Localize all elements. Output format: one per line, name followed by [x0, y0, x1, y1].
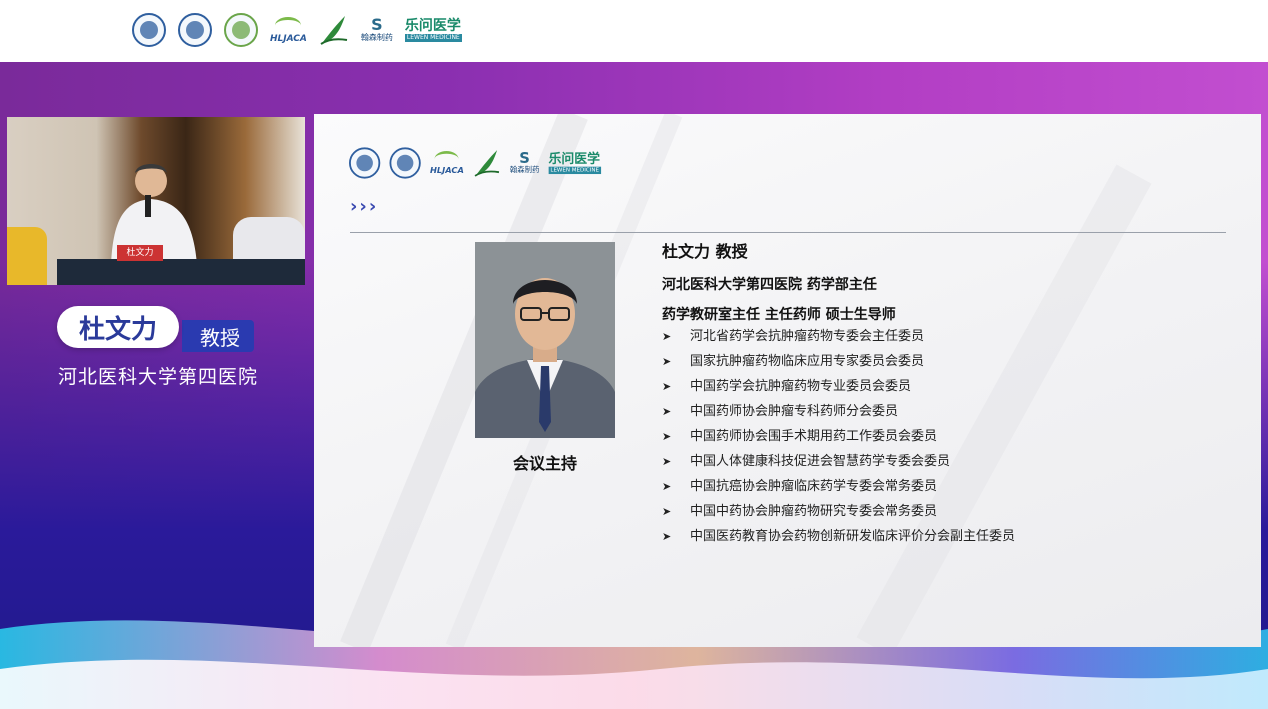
slide-lewen-logo-text: 乐问医学 — [548, 151, 601, 167]
slide-association-logo-2 — [389, 147, 421, 179]
list-item: ➤ 中国医药教育协会药物创新研发临床评价分会副主任委员 — [662, 524, 1242, 549]
slide-hansoh-logo: S 翰森制药 — [510, 151, 539, 174]
slide-leaf-logo — [474, 150, 499, 177]
photo-caption: 会议主持 — [512, 454, 577, 473]
speaker-nameplate: 杜文力 — [117, 245, 163, 261]
hansoh-logo-text: 翰森制药 — [360, 33, 393, 43]
chevrons-icon: › › › — [350, 196, 377, 217]
hansoh-icon: S — [371, 15, 383, 35]
bullet-arrow-icon: ➤ — [662, 480, 672, 493]
hansoh-logo: S 翰森制药 — [360, 15, 393, 43]
lewen-logo-en: LEWEN MEDICINE — [404, 33, 462, 42]
leaf-logo — [320, 16, 348, 45]
speaker-name: 杜文力 — [57, 306, 180, 348]
membership-text: 中国中药协会肿瘤药物研究专委会常务委员 — [690, 504, 938, 519]
membership-text: 国家抗肿瘤药物临床应用专家委员会委员 — [690, 354, 925, 369]
association-logo-2 — [178, 13, 212, 47]
logo-row: HLJACA S 翰森制药 乐问医学 LEWEN MEDICINE — [132, 10, 462, 50]
bullet-arrow-icon: ➤ — [662, 430, 672, 443]
speaker-title: 教授 — [182, 320, 254, 352]
speaker-video-feed: 杜文力 — [7, 117, 305, 285]
list-item: ➤ 中国药师协会围手术期用药工作委员会委员 — [662, 424, 1242, 449]
speaker-affiliation: 河北医科大学第四医院 — [58, 366, 259, 388]
membership-text: 中国抗癌协会肿瘤临床药学专委会常务委员 — [690, 479, 938, 494]
slide-hansoh-icon: S — [519, 149, 530, 168]
bullet-arrow-icon: ➤ — [662, 330, 672, 343]
membership-text: 中国药师协会肿瘤专科药师分会委员 — [690, 404, 899, 419]
slide-hansoh-logo-text: 翰森制药 — [509, 165, 540, 175]
bullet-arrow-icon: ➤ — [662, 355, 672, 368]
hljaca-logo: HLJACA — [270, 16, 307, 44]
membership-text: 中国人体健康科技促进会智慧药学专委会委员 — [690, 454, 951, 469]
header-divider — [350, 232, 1226, 233]
slide-hljaca-logo-text: HLJACA — [429, 166, 464, 176]
presentation-slide: HLJACA S 翰森制药 乐问医学 LEWEN MEDICINE ››› — [314, 114, 1261, 647]
list-item: ➤ 河北省药学会抗肿瘤药物专委会主任委员 — [662, 324, 1242, 349]
list-item: ➤ 国家抗肿瘤药物临床应用专家委员会委员 — [662, 349, 1242, 374]
audience-member — [7, 227, 47, 285]
bullet-arrow-icon: ➤ — [662, 455, 672, 468]
bullet-arrow-icon: ➤ — [662, 530, 672, 543]
sponsor-logo-bar: HLJACA S 翰森制药 乐问医学 LEWEN MEDICINE — [0, 0, 1268, 62]
list-item: ➤ 中国药学会抗肿瘤药物专业委员会委员 — [662, 374, 1242, 399]
membership-text: 中国药学会抗肿瘤药物专业委员会委员 — [690, 379, 912, 394]
slide-lewen-logo: 乐问医学 LEWEN MEDICINE — [548, 151, 601, 174]
host-name-line: 杜文力 教授 — [662, 242, 748, 261]
bullet-arrow-icon: ➤ — [662, 380, 672, 393]
list-item: ➤ 中国药师协会肿瘤专科药师分会委员 — [662, 399, 1242, 424]
host-info: 杜文力 教授 河北医科大学第四医院 药学部主任 药学教研室主任 主任药师 硕士生… — [662, 240, 1242, 330]
association-logo-3 — [224, 13, 258, 47]
lewen-logo-text: 乐问医学 — [404, 17, 461, 34]
slide-lewen-logo-en: LEWEN MEDICINE — [548, 166, 601, 174]
bullet-arrow-icon: ➤ — [662, 505, 672, 518]
host-portrait — [475, 242, 615, 438]
host-position-line: 河北医科大学第四医院 药学部主任 — [662, 277, 877, 293]
membership-text: 中国药师协会围手术期用药工作委员会委员 — [690, 429, 938, 444]
association-logo-1 — [132, 13, 166, 47]
membership-text: 河北省药学会抗肿瘤药物专委会主任委员 — [690, 329, 925, 344]
list-item: ➤ 中国抗癌协会肿瘤临床药学专委会常务委员 — [662, 474, 1242, 499]
list-item: ➤ 中国人体健康科技促进会智慧药学专委会委员 — [662, 449, 1242, 474]
bullet-arrow-icon: ➤ — [662, 405, 672, 418]
slide-logo-row: HLJACA S 翰森制药 乐问医学 LEWEN MEDICINE — [349, 147, 601, 179]
list-item: ➤ 中国中药协会肿瘤药物研究专委会常务委员 — [662, 499, 1242, 524]
membership-list: ➤ 河北省药学会抗肿瘤药物专委会主任委员 ➤ 国家抗肿瘤药物临床应用专家委员会委员 … — [662, 324, 1242, 549]
slide-hljaca-logo: HLJACA — [429, 150, 464, 176]
lewen-logo: 乐问医学 LEWEN MEDICINE — [404, 17, 462, 42]
slide-association-logo-1 — [349, 147, 381, 179]
hljaca-logo-text: HLJACA — [270, 33, 307, 44]
conference-table — [57, 259, 305, 285]
membership-text: 中国医药教育协会药物创新研发临床评价分会副主任委员 — [690, 529, 1016, 544]
